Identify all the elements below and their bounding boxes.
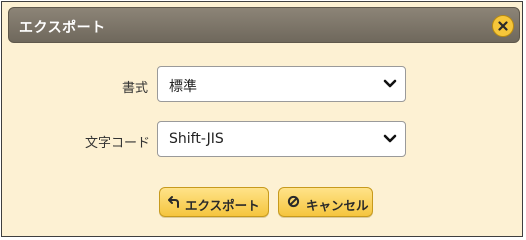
close-button[interactable] (492, 15, 514, 37)
undo-arrow-icon (168, 196, 179, 208)
charset-select-value: Shift-JIS (169, 131, 224, 147)
cancel-button[interactable]: キャンセル (278, 187, 373, 217)
dialog-titlebar[interactable]: エクスポート (8, 7, 520, 43)
format-label: 書式 (121, 81, 148, 96)
dialog-title: エクスポート (19, 20, 106, 36)
export-dialog: エクスポート 書式 標準 文字コード Shift-JIS エクスポート キャンセ… (1, 1, 523, 237)
chevron-down-icon (383, 134, 397, 143)
prohibited-icon (287, 195, 300, 208)
cancel-button-label: キャンセル (306, 198, 369, 213)
format-select[interactable]: 標準 (157, 66, 406, 102)
close-x-icon (498, 21, 508, 31)
charset-label: 文字コード (84, 136, 150, 151)
export-button[interactable]: エクスポート (159, 187, 269, 217)
chevron-down-icon (383, 79, 397, 88)
charset-select[interactable]: Shift-JIS (157, 121, 406, 157)
export-button-label: エクスポート (185, 198, 260, 213)
format-select-value: 標準 (169, 79, 197, 95)
